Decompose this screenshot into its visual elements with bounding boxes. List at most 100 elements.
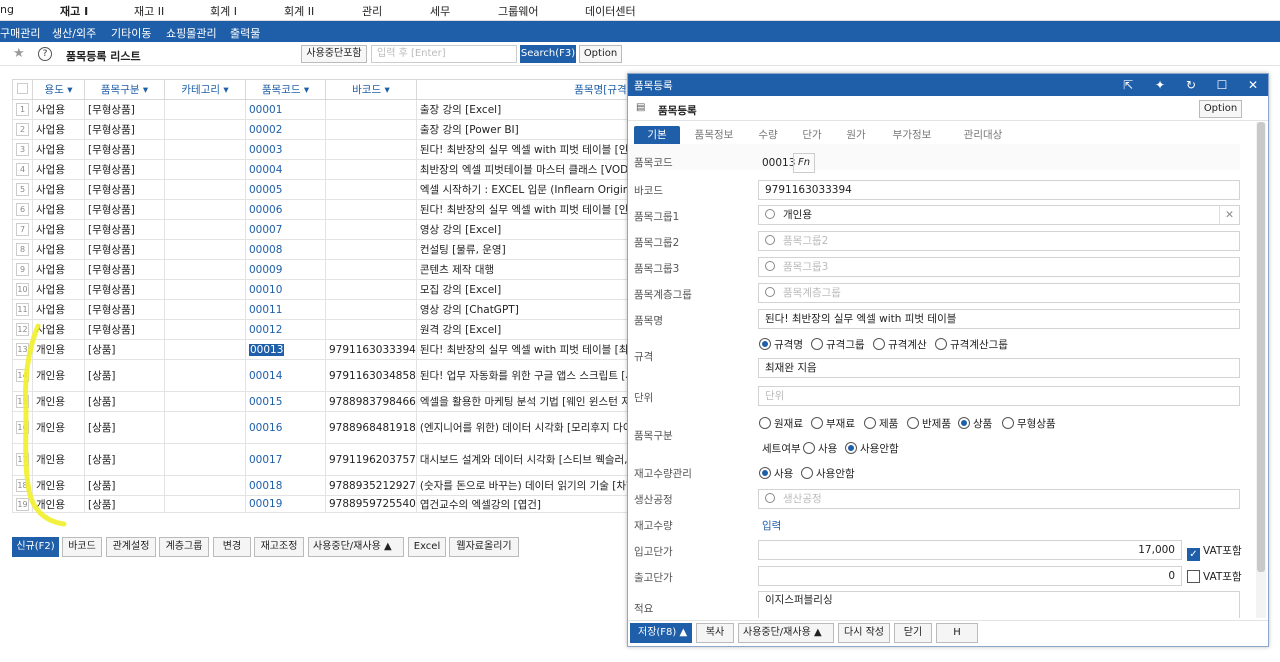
row-number-cell[interactable]: 18 — [12, 475, 33, 496]
column-header[interactable]: 품목구분 ▾ — [84, 79, 165, 100]
code-text[interactable]: 00002 — [249, 124, 282, 136]
code-cell[interactable]: 00011 — [245, 299, 326, 320]
row-number[interactable]: 18 — [16, 479, 29, 492]
tab-price[interactable]: 단가 — [792, 126, 832, 146]
row-number-cell[interactable]: 1 — [12, 99, 33, 120]
top-menu-item-accounting2[interactable]: 회계 II — [284, 3, 314, 19]
sub-menu-item[interactable]: 출력물 — [230, 25, 260, 41]
code-text[interactable]: 00005 — [249, 184, 282, 196]
code-cell[interactable]: 00015 — [245, 391, 326, 412]
code-cell[interactable]: 00007 — [245, 219, 326, 240]
save-button[interactable]: 저장(F8) ▲ — [630, 623, 692, 643]
code-text[interactable]: 00003 — [249, 144, 282, 156]
code-cell[interactable]: 00009 — [245, 259, 326, 280]
fn-button[interactable]: Fn — [793, 153, 815, 173]
code-cell[interactable]: 00004 — [245, 159, 326, 180]
row-number-cell[interactable]: 2 — [12, 119, 33, 140]
change-button[interactable]: 변경 — [213, 537, 251, 557]
row-number-cell[interactable]: 8 — [12, 239, 33, 260]
code-text[interactable]: 00014 — [249, 370, 282, 382]
web-upload-button[interactable]: 웹자료올리기 — [449, 537, 519, 557]
row-number[interactable]: 19 — [16, 497, 29, 511]
select-all-header[interactable] — [12, 79, 33, 100]
out-vat-checkbox[interactable]: VAT포함 — [1187, 569, 1242, 584]
code-cell[interactable]: 00019 — [245, 495, 326, 513]
group1-input[interactable]: 개인용 ✕ — [758, 205, 1240, 225]
kind-option-semi[interactable]: 반제품 — [907, 416, 951, 431]
stock-qty-link[interactable]: 입력 — [762, 518, 781, 533]
set-option-use[interactable]: 사용 — [803, 441, 837, 456]
new-button[interactable]: 신규(F2) — [12, 537, 59, 557]
h-button[interactable]: H — [936, 623, 978, 643]
sub-menu-item[interactable]: 쇼핑몰관리 — [166, 25, 217, 41]
row-number-cell[interactable]: 5 — [12, 179, 33, 200]
refresh-icon[interactable]: ↻ — [1183, 77, 1199, 93]
rewrite-button[interactable]: 다시 작성 — [838, 623, 890, 643]
close-button[interactable]: 닫기 — [894, 623, 932, 643]
top-menu-item-groupware[interactable]: 그룹웨어 — [498, 3, 538, 19]
item-name-input[interactable]: 된다! 최반장의 실무 엑셀 with 피벗 테이블 — [758, 309, 1240, 329]
row-number-cell[interactable]: 13 — [12, 339, 33, 360]
row-number[interactable]: 17 — [16, 453, 29, 466]
clear-icon[interactable]: ✕ — [1219, 206, 1239, 224]
row-number[interactable]: 14 — [16, 369, 29, 382]
row-number[interactable]: 1 — [16, 103, 29, 116]
popout-icon[interactable]: ⇱ — [1120, 77, 1136, 93]
code-text[interactable]: 00015 — [249, 396, 282, 408]
top-menu-item-admin[interactable]: 관리 — [362, 3, 382, 19]
code-cell[interactable]: 00006 — [245, 199, 326, 220]
code-text[interactable]: 00004 — [249, 164, 282, 176]
list-option-button[interactable]: Option — [579, 45, 622, 63]
row-number-cell[interactable]: 17 — [12, 443, 33, 476]
spec-option-name[interactable]: 규격명 — [759, 337, 803, 352]
tier-group-button[interactable]: 계층그룹 — [159, 537, 209, 557]
search-input[interactable]: 입력 후 [Enter] — [371, 45, 517, 63]
row-number-cell[interactable]: 19 — [12, 495, 33, 513]
row-number[interactable]: 9 — [16, 263, 29, 276]
maximize-icon[interactable]: ☐ — [1214, 77, 1230, 93]
row-number[interactable]: 8 — [16, 243, 29, 256]
row-number-cell[interactable]: 12 — [12, 319, 33, 340]
column-header[interactable]: 카테고리 ▾ — [164, 79, 246, 100]
row-number-cell[interactable]: 11 — [12, 299, 33, 320]
code-cell[interactable]: 00013 — [245, 339, 326, 360]
column-header[interactable]: 바코드 ▾ — [325, 79, 417, 100]
row-number-cell[interactable]: 15 — [12, 391, 33, 412]
code-cell[interactable]: 00014 — [245, 359, 326, 392]
copy-button[interactable]: 복사 — [696, 623, 734, 643]
barcode-input[interactable]: 9791163033394 — [758, 180, 1240, 200]
dialog-stop-reuse-button[interactable]: 사용중단/재사용 ▲ — [738, 623, 834, 643]
code-text[interactable]: 00012 — [249, 324, 282, 336]
group3-input[interactable]: 품목그룹3 — [758, 257, 1240, 277]
tab-managed[interactable]: 관리대상 — [948, 126, 1018, 146]
excel-button[interactable]: Excel — [408, 537, 446, 557]
row-number[interactable]: 11 — [16, 303, 29, 316]
code-cell[interactable]: 00017 — [245, 443, 326, 476]
dialog-option-button[interactable]: Option — [1199, 100, 1242, 118]
column-header[interactable]: 용도 ▾ — [32, 79, 85, 100]
tier-group-input[interactable]: 품목계층그룹 — [758, 283, 1240, 303]
code-cell[interactable]: 00003 — [245, 139, 326, 160]
code-cell[interactable]: 00001 — [245, 99, 326, 120]
relation-button[interactable]: 관계설정 — [106, 537, 156, 557]
code-cell[interactable]: 00016 — [245, 411, 326, 444]
process-input[interactable]: 생산공정 — [758, 489, 1240, 509]
include-stopped-button[interactable]: 사용중단포함 — [301, 45, 367, 63]
pin-icon[interactable]: ✦ — [1152, 77, 1168, 93]
row-number-cell[interactable]: 16 — [12, 411, 33, 444]
kind-option-product[interactable]: 제품 — [864, 416, 898, 431]
code-text[interactable]: 00007 — [249, 224, 282, 236]
sub-menu-item[interactable]: 기타이동 — [111, 25, 151, 41]
dialog-titlebar[interactable]: 품목등록 ⇱ ✦ ↻ ☐ ✕ — [628, 74, 1268, 96]
row-number[interactable]: 6 — [16, 203, 29, 216]
row-number[interactable]: 15 — [16, 395, 29, 408]
code-text[interactable]: 00010 — [249, 284, 282, 296]
unit-input[interactable]: 단위 — [758, 386, 1240, 406]
tab-basic[interactable]: 기본 — [634, 126, 680, 146]
top-menu-item-inventory1[interactable]: 재고 I — [60, 3, 88, 19]
group2-input[interactable]: 품목그룹2 — [758, 231, 1240, 251]
row-number-cell[interactable]: 9 — [12, 259, 33, 280]
row-number-cell[interactable]: 4 — [12, 159, 33, 180]
kind-option-intangible[interactable]: 무형상품 — [1002, 416, 1056, 431]
star-icon[interactable]: ★ — [13, 46, 25, 61]
